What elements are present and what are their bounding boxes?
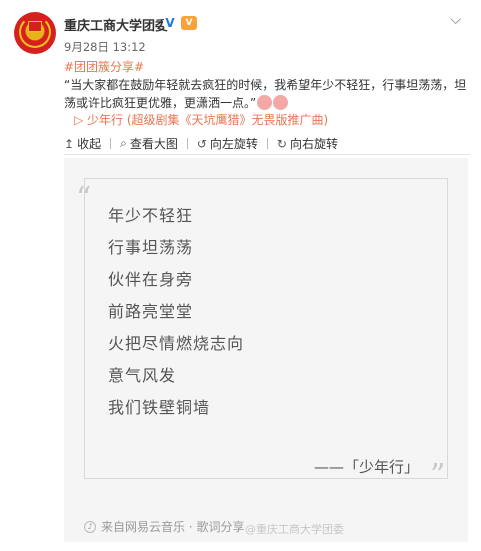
- post-time[interactable]: 9月28日 13:12: [64, 39, 146, 55]
- open-quote-icon: “: [76, 181, 92, 216]
- card-frame-top: [84, 178, 448, 179]
- collapse-icon: ↥: [64, 136, 75, 151]
- card-source: ♪ 来自网易云音乐 · 歌词分享: [84, 518, 244, 535]
- rotate-right-label: 向右旋转: [289, 137, 338, 151]
- account-avatar[interactable]: [14, 12, 56, 54]
- magnifier-icon: ⌕: [120, 136, 127, 150]
- vip-badge-icon[interactable]: V: [181, 16, 197, 30]
- post-tag-line: #团团簇分享#: [64, 58, 469, 76]
- lyric-card-image[interactable]: “ ” 年少不轻狂 行事坦荡荡 伙伴在身旁 前路亮堂堂 火把尽情燃烧志向 意气风…: [64, 158, 468, 542]
- rotate-left-button[interactable]: ↺ 向左旋转: [197, 135, 258, 152]
- post-topic-tag[interactable]: #团团簇分享#: [64, 60, 144, 74]
- toolbar-divider: [186, 138, 188, 149]
- card-source-text: 来自网易云音乐 · 歌词分享: [101, 520, 245, 534]
- lyric-line: 行事坦荡荡: [108, 238, 194, 257]
- view-large-button[interactable]: ⌕ 查看大图: [120, 135, 178, 152]
- netease-music-icon: ♪: [84, 520, 96, 533]
- lyric-line: 意气风发: [108, 366, 177, 385]
- music-link[interactable]: ▷ 少年行 (超级剧集《天坑鹰猎》无畏版推广曲): [74, 111, 328, 128]
- image-toolbar: ↥ 收起 ⌕ 查看大图 ↺ 向左旋转 ↻ 向右旋转: [64, 133, 470, 155]
- rotate-left-label: 向左旋转: [209, 137, 258, 151]
- post-body: “当大家都在鼓励年轻就去疯狂的时候，我希望年少不轻狂，行事坦荡荡，坦荡或许比疯狂…: [64, 76, 469, 112]
- view-large-label: 查看大图: [129, 137, 178, 151]
- lyric-line: 火把尽情燃烧志向: [108, 334, 245, 353]
- emoji-icon: [257, 95, 273, 110]
- lyric-line: 年少不轻狂: [108, 206, 194, 225]
- toolbar-divider: [266, 138, 268, 149]
- collapse-label: 收起: [77, 137, 102, 151]
- image-watermark: @重庆工商大学团委: [245, 523, 344, 536]
- rotate-right-button[interactable]: ↻ 向右旋转: [277, 135, 338, 152]
- lyric-line: 前路亮堂堂: [108, 302, 194, 321]
- lyric-line: 我们铁壁铜墙: [108, 398, 211, 417]
- lyric-line: 伙伴在身旁: [108, 270, 194, 289]
- chevron-down-icon[interactable]: ⌵: [450, 12, 461, 28]
- account-name[interactable]: 重庆工商大学团委: [64, 15, 168, 34]
- rotate-left-icon: ↺: [196, 136, 207, 151]
- rotate-right-icon: ↻: [276, 136, 287, 151]
- toolbar-divider: [110, 138, 112, 149]
- song-signature: ——「少年行」: [314, 458, 420, 476]
- verified-icon: V: [163, 16, 177, 30]
- emoji-icon: [273, 95, 289, 110]
- emblem-flag: [28, 21, 42, 32]
- close-quote-icon: ”: [430, 458, 446, 493]
- collapse-button[interactable]: ↥ 收起: [64, 135, 101, 152]
- card-frame-bottom: [84, 478, 448, 479]
